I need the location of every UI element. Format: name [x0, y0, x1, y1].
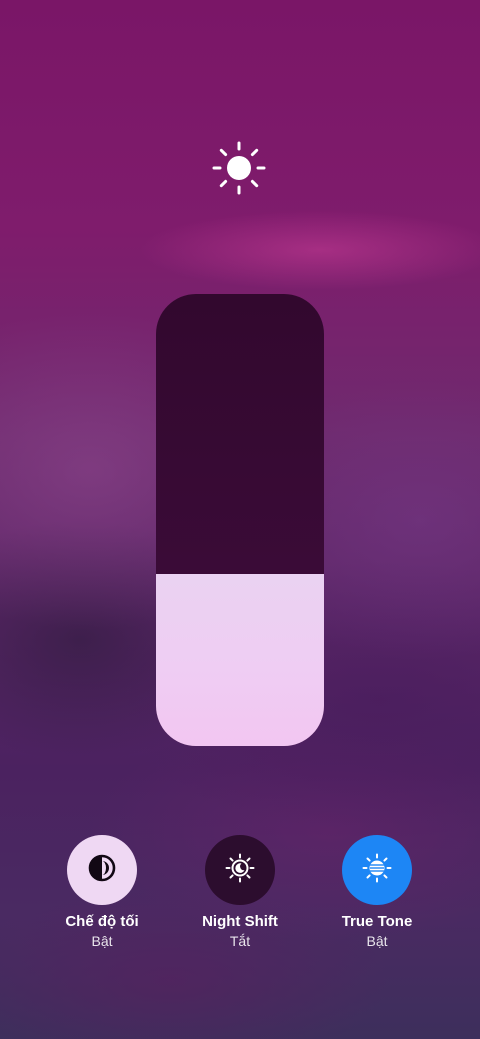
brightness-slider-fill: [156, 574, 324, 746]
dark-mode-status: Bật: [91, 933, 113, 949]
true-tone-status: Bật: [366, 933, 388, 949]
dark-mode-icon: [87, 853, 117, 888]
dark-mode-button[interactable]: [67, 835, 137, 905]
true-tone-label: True Tone: [341, 913, 413, 930]
dark-mode-control: Chế độ tối Bật: [37, 835, 167, 951]
brightness-slider[interactable]: [156, 294, 324, 746]
night-shift-label: Night Shift: [202, 913, 278, 930]
dark-mode-label: Chế độ tối: [65, 913, 139, 930]
true-tone-button[interactable]: [342, 835, 412, 905]
night-shift-icon: [224, 852, 256, 889]
true-tone-icon: [361, 852, 393, 889]
night-shift-button[interactable]: [205, 835, 275, 905]
night-shift-control: Night Shift Tắt: [175, 835, 305, 951]
night-shift-status: Tắt: [229, 933, 251, 949]
sun-icon: [210, 139, 268, 197]
true-tone-control: True Tone Bật: [312, 835, 442, 951]
